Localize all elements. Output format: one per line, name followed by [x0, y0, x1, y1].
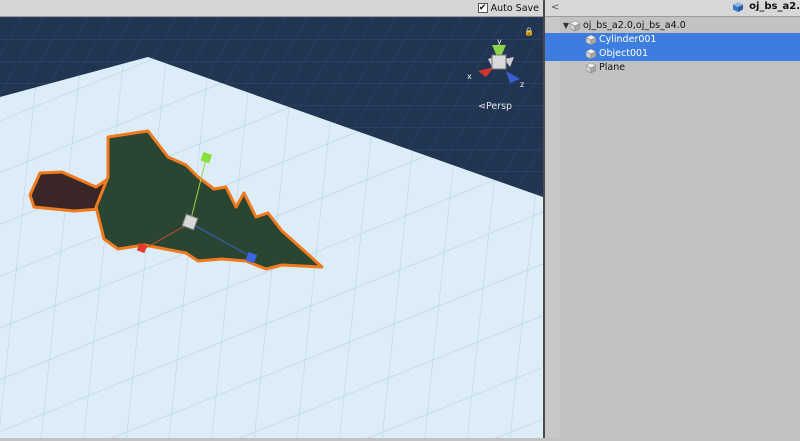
hierarchy-item-plane[interactable]: Plane: [545, 61, 800, 75]
gameobject-cube-icon: [586, 49, 596, 59]
projection-label: Persp: [485, 101, 513, 112]
autosave-label: Auto Save: [490, 2, 539, 14]
hierarchy-gutter: [545, 17, 560, 438]
hierarchy-item-label: Object001: [599, 48, 649, 59]
gameobject-cube-icon: [570, 21, 580, 31]
gameobject-cube-icon: [586, 63, 596, 73]
gizmo-x-label: x: [467, 72, 472, 81]
hierarchy-item-label: oj_bs_a2.0,oj_bs_a4.0: [583, 20, 686, 31]
scene-viewport[interactable]: y x z 🔒 ⋖Persp: [0, 17, 543, 438]
gizmo-center-cube[interactable]: [491, 54, 507, 70]
gameobject-cube-icon: [586, 35, 596, 45]
scene-name: oj_bs_a2.: [749, 1, 800, 12]
hierarchy-item-cylinder001[interactable]: Cylinder001: [545, 33, 800, 47]
hierarchy-panel: ▼ oj_bs_a2.0,oj_bs_a4.0 Cylinder001 Obje…: [545, 17, 800, 75]
scene-toolbar: ✔ Auto Save: [0, 0, 543, 17]
gizmo-y-label: y: [497, 37, 502, 46]
hierarchy-item-object001[interactable]: Object001: [545, 47, 800, 61]
scene-title: oj_bs_a2.: [733, 1, 800, 12]
gizmo-z-label: z: [520, 80, 524, 89]
expand-arrow-icon[interactable]: ▼: [562, 19, 570, 33]
projection-toggle[interactable]: ⋖Persp: [478, 101, 512, 112]
scene-canvas[interactable]: y x z: [0, 17, 543, 438]
back-chevron-icon[interactable]: <: [551, 2, 559, 13]
autosave-toggle[interactable]: ✔ Auto Save: [477, 1, 539, 15]
hierarchy-item-root[interactable]: ▼ oj_bs_a2.0,oj_bs_a4.0: [545, 19, 800, 33]
lock-icon[interactable]: 🔒: [524, 27, 534, 36]
hierarchy-item-label: Plane: [599, 62, 626, 73]
projection-arrow-icon: ⋖: [478, 101, 486, 112]
hierarchy-header: < oj_bs_a2.: [545, 0, 800, 17]
scene-cube-icon: [733, 1, 744, 12]
hierarchy-item-label: Cylinder001: [599, 34, 657, 45]
autosave-checkbox[interactable]: ✔: [477, 3, 488, 13]
